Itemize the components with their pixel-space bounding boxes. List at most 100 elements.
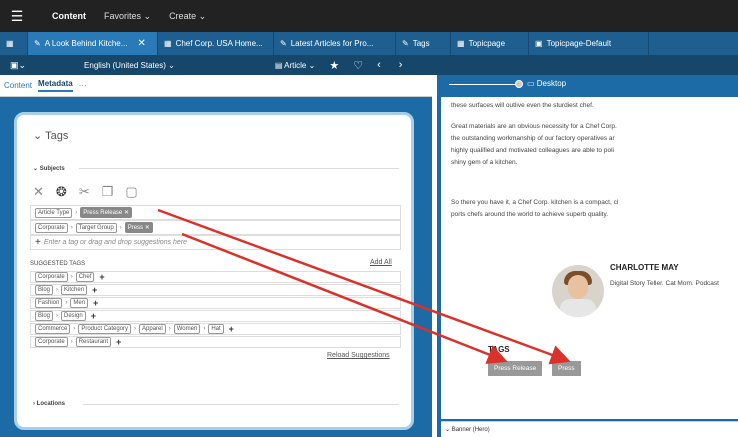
tag-row[interactable]: Corporate › Target Group › Press ✕	[30, 220, 401, 235]
page-icon: ▦	[457, 39, 465, 48]
preview-text: these surfaces will outlive even the stu…	[451, 102, 594, 109]
suggestion-row[interactable]: Blog › Kitchen +	[30, 284, 401, 296]
cut-icon[interactable]: ✂	[79, 184, 90, 200]
divider	[79, 168, 399, 169]
preview-text: shiny gem of a kitchen.	[451, 159, 518, 166]
plus-icon: +	[35, 237, 41, 248]
tab-topicpage[interactable]: ▦ Topicpage	[451, 32, 529, 55]
suggestion-row[interactable]: Corporate › Restaurant +	[30, 336, 401, 348]
tag-chip: Hat	[208, 324, 224, 334]
close-icon[interactable]: ✕	[137, 38, 145, 49]
tab-content[interactable]: Content	[4, 81, 32, 90]
preview-text: ports chefs around the world to achieve …	[451, 211, 609, 218]
create-menu[interactable]: Create ⌄	[169, 11, 206, 22]
grid-icon: ▦	[6, 39, 14, 48]
tag-press[interactable]: Press	[552, 361, 581, 376]
tab-grid[interactable]: ▦	[0, 32, 28, 55]
author-avatar	[552, 265, 604, 317]
star-icon[interactable]: ★	[329, 59, 339, 72]
template-icon: ▣	[535, 39, 543, 48]
suggestion-row[interactable]: Fashion › Men +	[30, 297, 401, 309]
device-label[interactable]: ▭ Desktop	[527, 79, 566, 88]
tag-chip: Chef	[75, 272, 95, 282]
tag-tools: ✕ ❂ ✂ ❐ ▢	[33, 184, 138, 200]
tab-topicpage-default[interactable]: ▣ Topicpage-Default	[529, 32, 649, 55]
chevron-left-icon[interactable]: ‹	[377, 59, 381, 71]
author-bio: Digital Story Teller. Cat Mom. Podcast	[610, 280, 719, 287]
tab-label: A Look Behind Kitche...	[44, 39, 128, 48]
tag-chip: Article Type	[35, 207, 73, 218]
tab-label: Chef Corp. USA Home...	[175, 39, 263, 48]
device-slider-handle[interactable]	[515, 80, 523, 88]
tag-chip: Product Category	[78, 324, 132, 334]
clear-icon[interactable]: ✕	[33, 184, 44, 200]
plus-icon[interactable]: +	[229, 324, 234, 334]
editor-toolbar: ▣⌄ English (United States) ⌄ ▤ Article ⌄…	[0, 55, 738, 75]
locations-label[interactable]: › Locations	[33, 401, 65, 407]
tag-row[interactable]: Article Type › Press Release ✕	[30, 205, 401, 220]
tab-label: Topicpage	[468, 39, 506, 48]
tab-label: Tags	[412, 39, 430, 48]
tag-chip: Commerce	[35, 324, 71, 334]
banner-hero-section[interactable]: ⌄ Banner (Hero)	[441, 421, 738, 437]
plus-icon[interactable]: +	[91, 311, 96, 321]
tab-homepage[interactable]: ▦ Chef Corp. USA Home...	[158, 32, 274, 55]
tag-chip: Men	[70, 298, 89, 308]
author-name: CHARLOTTE MAY	[610, 263, 679, 272]
page-icon: ▦	[164, 39, 172, 48]
tag-chip: Corporate	[35, 222, 68, 233]
preview-text: So there you have it, a Chef Corp. kitch…	[451, 199, 619, 206]
tag-chip: Women	[173, 324, 201, 334]
chevron-right-icon[interactable]: ›	[399, 59, 403, 71]
tag-edit-icon[interactable]: ❂	[56, 184, 67, 200]
tab-article[interactable]: ✎ A Look Behind Kitche... ✕	[28, 32, 158, 55]
tag-chip: Restaurant	[75, 337, 112, 347]
suggestion-row[interactable]: Blog › Design +	[30, 310, 401, 322]
copy-icon[interactable]: ❐	[102, 184, 114, 200]
add-all-link[interactable]: Add All	[370, 259, 392, 266]
paste-icon[interactable]: ▢	[125, 184, 137, 200]
form-subtabs: Content Metadata ···	[0, 75, 432, 97]
tab-metadata[interactable]: Metadata	[38, 79, 73, 92]
tags-heading-preview: TAGS	[488, 345, 510, 354]
tag-chip: Apparel	[139, 324, 166, 334]
article-type-select[interactable]: ▤ Article ⌄	[275, 61, 316, 70]
plus-icon[interactable]: +	[99, 272, 104, 282]
tag-press-release[interactable]: Press Release	[488, 361, 543, 376]
plus-icon[interactable]: +	[93, 298, 98, 308]
suggestion-row[interactable]: Corporate › Chef +	[30, 271, 401, 283]
version-compare-icon[interactable]: ▣⌄	[10, 60, 26, 71]
brand-title[interactable]: Content	[52, 11, 86, 21]
tab-latest-articles[interactable]: ✎ Latest Articles for Pro...	[274, 32, 396, 55]
tag-chip: Blog	[35, 311, 54, 321]
tag-chip-press[interactable]: Press ✕	[124, 222, 153, 233]
favorites-menu[interactable]: Favorites ⌄	[104, 11, 151, 22]
tags-panel: ⌄ Tags ⌄ Subjects ✕ ❂ ✂ ❐ ▢ Article Type…	[14, 112, 414, 430]
tag-chip: Kitchen	[61, 285, 88, 295]
preview-frame: these surfaces will outlive even the stu…	[441, 97, 738, 419]
suggested-tags-label: SUGGESTED TAGS	[30, 261, 86, 267]
plus-icon[interactable]: +	[92, 285, 97, 295]
suggestion-row[interactable]: Commerce › Product Category › Apparel › Wom…	[30, 323, 401, 335]
tag-input[interactable]: + Enter a tag or drag and drop suggestion…	[30, 235, 401, 250]
reload-suggestions-link[interactable]: Reload Suggestions	[327, 352, 390, 359]
tags-heading[interactable]: ⌄ Tags	[33, 129, 68, 142]
tag-icon: ✎	[402, 39, 409, 48]
language-select[interactable]: English (United States) ⌄	[84, 61, 175, 70]
tag-chip: Design	[61, 311, 86, 321]
pencil-icon: ✎	[280, 39, 287, 48]
hamburger-menu-icon[interactable]: ☰	[4, 8, 30, 25]
device-slider-track	[449, 84, 517, 85]
bulb-icon[interactable]: ♡	[353, 59, 363, 72]
tag-chip-press-release[interactable]: Press Release ✕	[80, 207, 132, 218]
tab-bar: ▦ ✎ A Look Behind Kitche... ✕ ▦ Chef Cor…	[0, 32, 738, 55]
pencil-icon: ✎	[34, 39, 41, 48]
tag-chip: Target Group	[75, 222, 117, 233]
form-pane: Content Metadata ··· ⌄ Tags ⌄ Subjects ✕…	[0, 75, 432, 437]
more-tabs-icon[interactable]: ···	[79, 81, 87, 90]
subjects-label[interactable]: ⌄ Subjects	[33, 165, 65, 172]
preview-text: the outstanding workmanship of our facto…	[451, 135, 615, 142]
plus-icon[interactable]: +	[116, 337, 121, 347]
tab-tags[interactable]: ✎ Tags	[396, 32, 451, 55]
divider	[83, 404, 399, 405]
